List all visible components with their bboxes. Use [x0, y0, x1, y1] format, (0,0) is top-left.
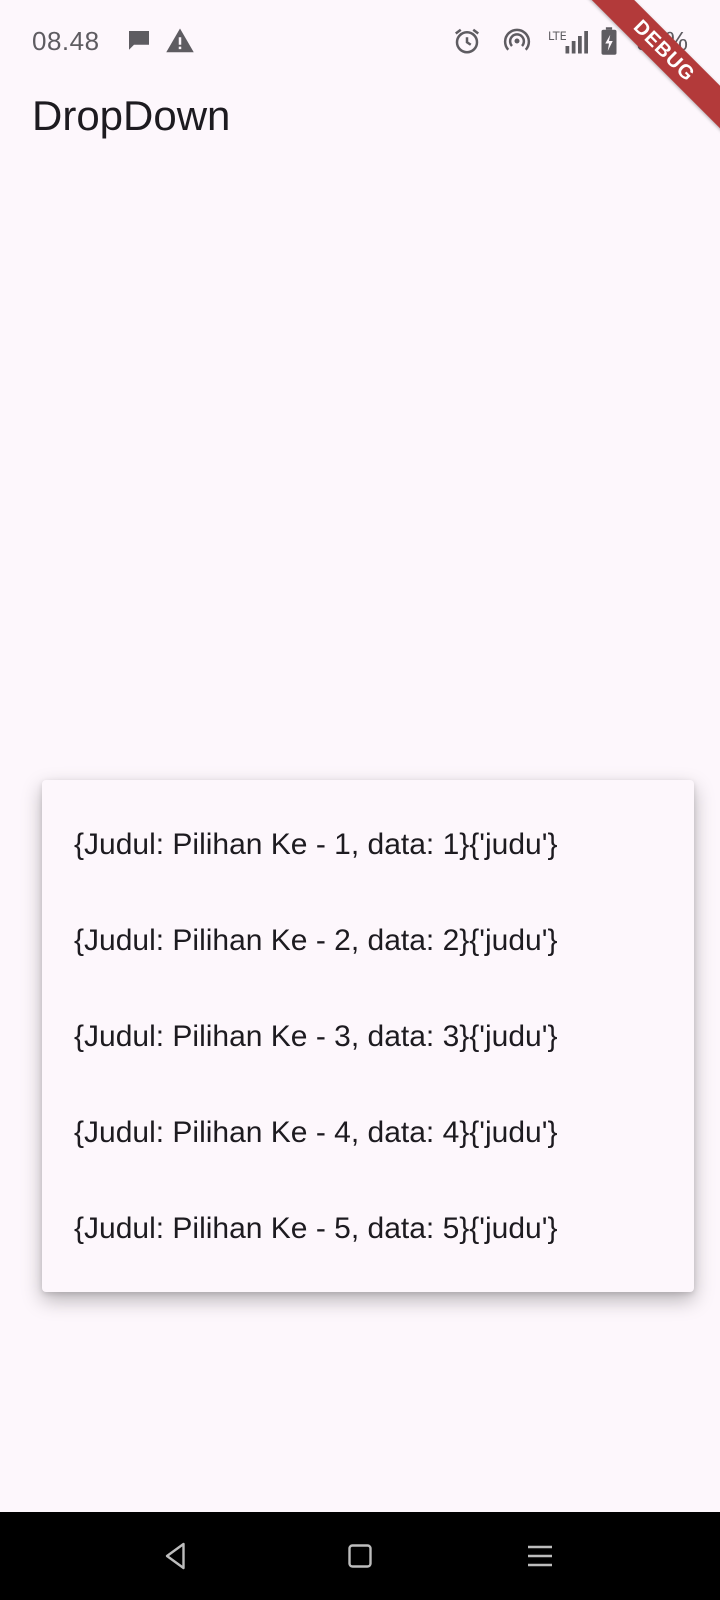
status-time: 08.48 [32, 26, 100, 56]
dropdown-item-5[interactable]: {Judul: Pilihan Ke - 5, data: 5}{'judu'} [42, 1181, 694, 1277]
debug-banner: DEBUG [580, 0, 720, 140]
dropdown-item-4[interactable]: {Judul: Pilihan Ke - 4, data: 4}{'judu'} [42, 1085, 694, 1181]
hotspot-icon [502, 26, 532, 56]
home-icon[interactable] [342, 1538, 378, 1574]
dropdown-item-1[interactable]: {Judul: Pilihan Ke - 1, data: 1}{'judu'} [42, 797, 694, 893]
svg-text:LTE: LTE [548, 30, 567, 43]
dropdown-menu: {Judul: Pilihan Ke - 1, data: 1}{'judu'}… [42, 780, 694, 1292]
dropdown-item-2[interactable]: {Judul: Pilihan Ke - 2, data: 2}{'judu'} [42, 893, 694, 989]
chat-bubble-icon [124, 26, 154, 56]
page-title: DropDown [32, 92, 231, 139]
system-nav-bar [0, 1512, 720, 1600]
back-icon[interactable] [158, 1538, 194, 1574]
recents-icon[interactable] [522, 1538, 558, 1574]
alarm-icon [452, 26, 482, 56]
dropdown-item-3[interactable]: {Judul: Pilihan Ke - 3, data: 3}{'judu'} [42, 989, 694, 1085]
warning-icon [165, 26, 195, 56]
debug-ribbon-label: DEBUG [582, 0, 720, 133]
